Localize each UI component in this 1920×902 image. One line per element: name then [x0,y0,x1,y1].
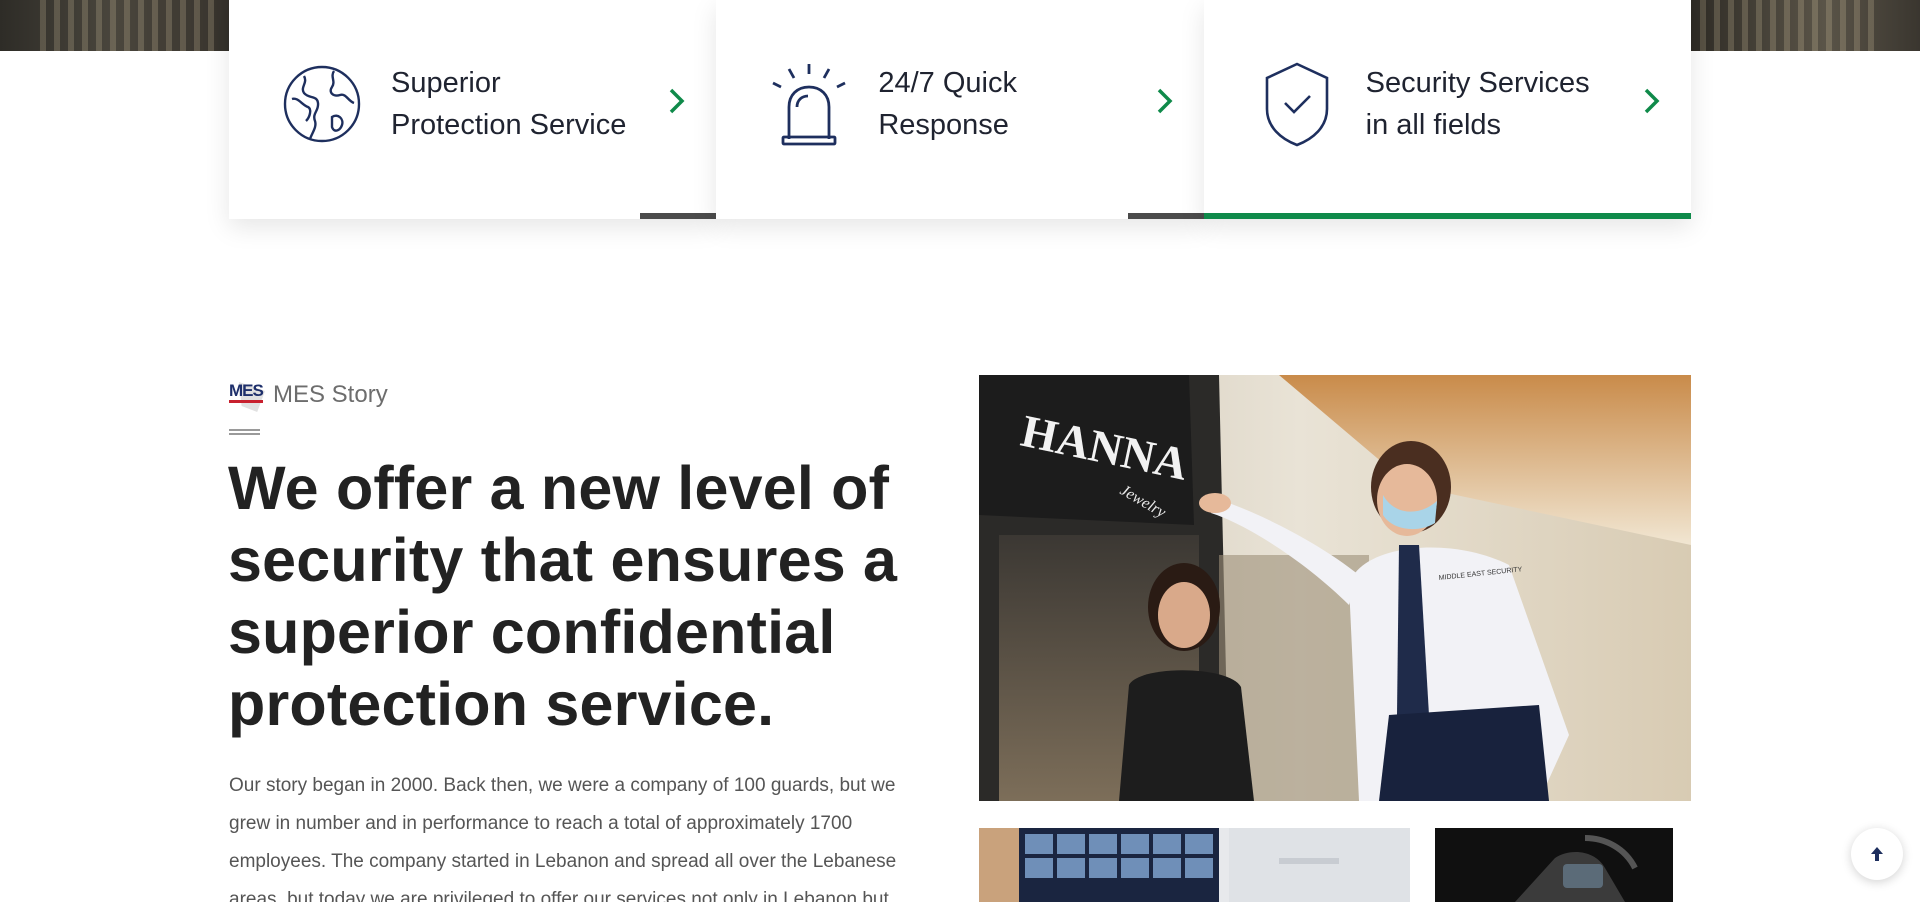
scroll-to-top-button[interactable] [1851,828,1903,880]
feature-card-protection[interactable]: Superior Protection Service [229,0,717,219]
shield-check-icon [1265,62,1328,147]
section-label: MES Story [273,381,388,408]
hero-building-texture [1700,0,1880,51]
card-indicator-bar [1127,213,1204,219]
feature-title: Security Services in all fields [1365,67,1590,141]
story-photo-control-room [979,828,1410,902]
mall-guard-photo: HANNA Jewelry MIDDLE EAST SECURITY [979,375,1691,801]
story-photo-radio [1435,828,1673,902]
section-divider [229,429,260,435]
feature-title: 24/7 Quick Response [878,67,1017,141]
section-tag: MES MES Story [229,378,388,412]
section-headline: We offer a new level of security that en… [228,454,898,738]
story-photo-main: HANNA Jewelry MIDDLE EAST SECURITY [979,375,1691,801]
chevron-right-icon[interactable] [1641,86,1663,116]
globe-icon [283,65,361,143]
arrow-up-icon [1871,847,1883,861]
card-indicator-bar-active [1203,213,1691,219]
card-indicator-bar [640,213,717,219]
feature-card-quick-response[interactable]: 24/7 Quick Response [716,0,1204,219]
alarm-siren-icon [772,64,846,146]
mes-logo: MES [229,378,265,412]
feature-card-security-services[interactable]: Security Services in all fields [1203,0,1691,219]
feature-title: Superior Protection Service [391,67,627,141]
feature-cards: Superior Protection Service 24/7 Quick R… [229,0,1691,219]
chevron-right-icon[interactable] [666,86,688,116]
chevron-right-icon[interactable] [1154,86,1176,116]
story-paragraph: Our story began in 2000. Back then, we w… [229,775,897,902]
hero-building-texture [40,0,220,51]
